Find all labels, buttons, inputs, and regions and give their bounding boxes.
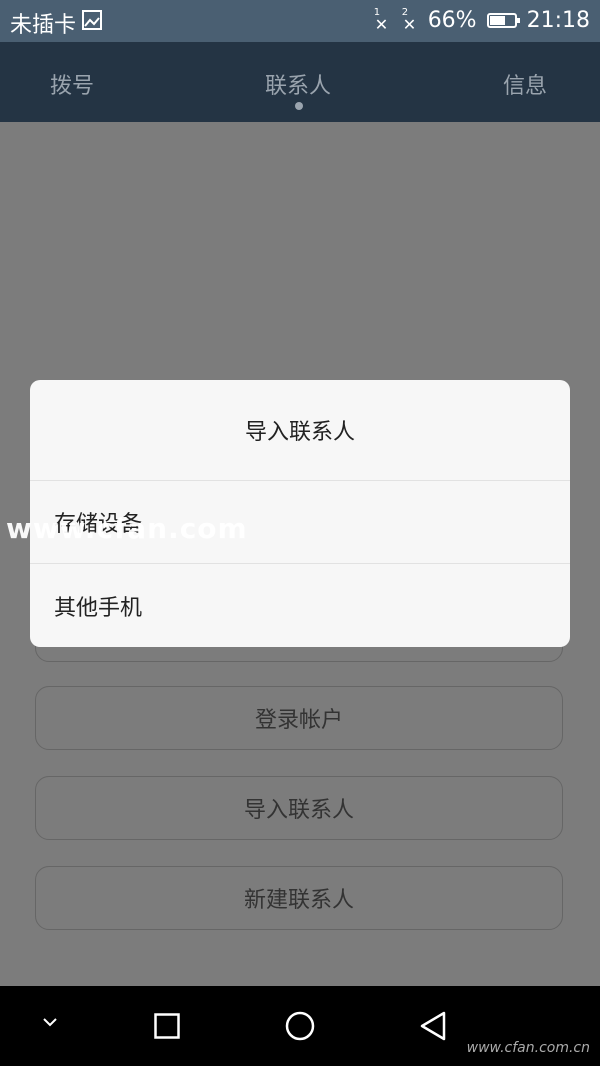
battery-fill (489, 15, 506, 25)
chevron-down-icon[interactable] (40, 1014, 60, 1035)
active-tab-indicator (295, 102, 303, 110)
new-contact-button[interactable]: 新建联系人 (35, 866, 563, 930)
back-icon[interactable] (418, 1010, 448, 1046)
battery-percent: 66% (427, 7, 477, 33)
battery-icon (486, 12, 520, 28)
tab-messages[interactable]: 信息 (503, 68, 547, 100)
sim2-no-signal-icon: 2 ✕ (400, 7, 418, 33)
sim1-no-signal-icon: 1 ✕ (372, 7, 390, 33)
import-contacts-button[interactable]: 导入联系人 (35, 776, 563, 840)
tab-contacts[interactable]: 联系人 (265, 68, 331, 100)
carrier-label: 未插卡 (10, 13, 77, 38)
image-notification-icon (82, 10, 103, 36)
home-icon[interactable] (285, 1011, 315, 1045)
sim1-x: ✕ (374, 15, 389, 34)
tab-bar: 拨号 联系人 信息 (0, 42, 600, 122)
status-bar: 未插卡 1 ✕ 2 ✕ 66% 21:18 (0, 0, 600, 42)
login-account-button[interactable]: 登录帐户 (35, 686, 563, 750)
sim2-x: ✕ (402, 15, 417, 34)
option-other-phone[interactable]: 其他手机 (30, 564, 570, 647)
dialog-title: 导入联系人 (30, 380, 570, 481)
corner-watermark: www.cfan.com.cn (466, 1040, 590, 1056)
tab-dial[interactable]: 拨号 (50, 68, 94, 100)
recent-apps-icon[interactable] (154, 1013, 180, 1043)
watermark: www.cfan.com (6, 512, 248, 545)
clock: 21:18 (526, 7, 590, 33)
